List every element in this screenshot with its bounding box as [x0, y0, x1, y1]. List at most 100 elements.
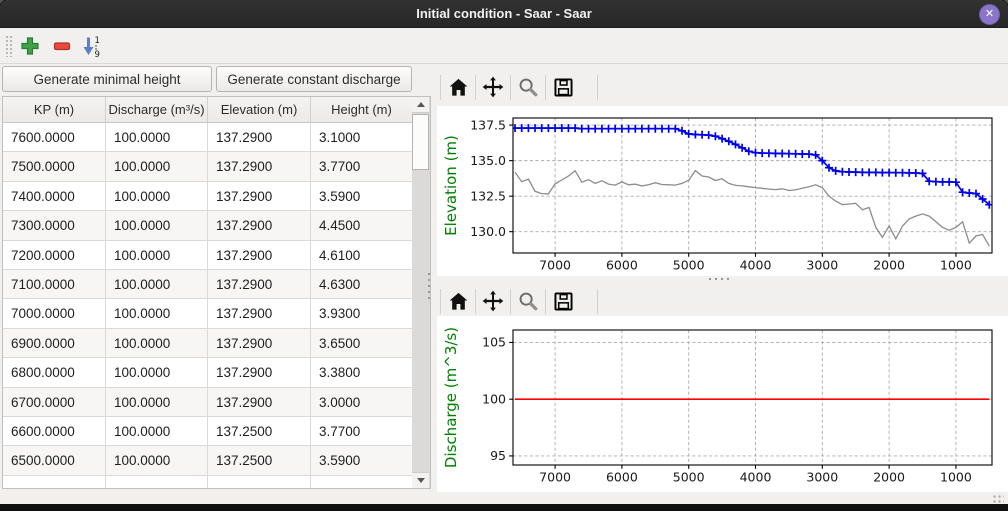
table-cell[interactable]: 4.6300 [311, 270, 412, 299]
sort-ascending-button[interactable]: 1 9 [79, 33, 105, 59]
vertical-splitter-handle[interactable] [426, 271, 432, 299]
table-cell[interactable]: 100.0000 [106, 388, 208, 417]
discharge-chart-canvas[interactable]: 700060005000400030002000100010510095Disc… [437, 316, 1008, 492]
generate-constant-discharge-button[interactable]: Generate constant discharge [216, 66, 412, 92]
svg-text:1000: 1000 [940, 258, 972, 273]
table-row[interactable]: 6800.0000100.0000137.29003.3800 [3, 358, 412, 387]
scroll-up-button[interactable] [412, 97, 429, 113]
table-row[interactable]: 7300.0000100.0000137.29004.4500 [3, 211, 412, 240]
table-cell[interactable]: 6700.0000 [3, 388, 106, 417]
table-cell[interactable]: 3.7700 [311, 152, 412, 181]
table-cell[interactable]: 137.2900 [208, 329, 311, 358]
svg-text:2000: 2000 [873, 470, 905, 485]
table-cell[interactable]: 137.2500 [208, 446, 311, 475]
pan-button[interactable] [476, 72, 510, 102]
table-cell[interactable]: 3.6500 [311, 329, 412, 358]
table-cell[interactable]: 4.4500 [311, 211, 412, 240]
scroll-down-button[interactable] [412, 472, 429, 488]
table-row[interactable]: 7600.0000100.0000137.29003.1000 [3, 123, 412, 152]
elevation-chart-canvas[interactable]: 7000600050004000300020001000137.5135.013… [437, 106, 1008, 276]
scrollbar-thumb[interactable] [412, 114, 429, 170]
table-cell[interactable]: 7100.0000 [3, 270, 106, 299]
horizontal-splitter-handle[interactable] [707, 276, 733, 282]
sort-ascending-icon: 1 9 [80, 34, 104, 58]
toolbar-drag-handle[interactable] [5, 35, 13, 57]
table-cell[interactable]: 100.0000 [106, 446, 208, 475]
pan-button[interactable] [476, 286, 510, 316]
svg-text:6000: 6000 [606, 258, 638, 273]
table-cell[interactable]: 3.5900 [311, 446, 412, 475]
table-cell[interactable]: 137.2900 [208, 152, 311, 181]
table-cell[interactable]: 6600.0000 [3, 417, 106, 446]
close-button[interactable]: ✕ [979, 4, 1000, 25]
table-cell[interactable]: 100.0000 [106, 417, 208, 446]
table-cell[interactable]: 137.2900 [208, 182, 311, 211]
column-header-kp[interactable]: KP (m) [3, 97, 106, 122]
svg-text:5000: 5000 [673, 258, 705, 273]
table-cell[interactable]: 7300.0000 [3, 211, 106, 240]
table-cell[interactable]: 3.0000 [311, 388, 412, 417]
table-cell[interactable]: 7600.0000 [3, 123, 106, 152]
table-cell[interactable]: 3.9300 [311, 299, 412, 328]
table-row[interactable]: 6600.0000100.0000137.25003.7700 [3, 417, 412, 446]
table-row[interactable]: 7100.0000100.0000137.29004.6300 [3, 270, 412, 299]
home-button[interactable] [441, 72, 475, 102]
table-row[interactable]: 6700.0000100.0000137.29003.0000 [3, 388, 412, 417]
table-row[interactable]: 7000.0000100.0000137.29003.9300 [3, 299, 412, 328]
table-cell[interactable]: 3.7700 [311, 417, 412, 446]
generate-minimal-height-button[interactable]: Generate minimal height [2, 66, 212, 92]
table-cell[interactable]: 100.0000 [106, 152, 208, 181]
table-cell[interactable]: 7500.0000 [3, 152, 106, 181]
table-cell[interactable]: 100.0000 [106, 329, 208, 358]
table-cell[interactable]: 6900.0000 [3, 329, 106, 358]
remove-row-button[interactable] [49, 33, 75, 59]
table-row[interactable]: 6500.0000100.0000137.25003.5900 [3, 446, 412, 475]
table-cell[interactable]: 4.6100 [311, 241, 412, 270]
svg-text:135.0: 135.0 [470, 153, 506, 168]
table-cell[interactable]: 137.2900 [208, 270, 311, 299]
table-cell[interactable]: 100.0000 [106, 299, 208, 328]
add-row-button[interactable] [17, 33, 43, 59]
home-icon [447, 290, 470, 313]
table-cell[interactable]: 6500.0000 [3, 446, 106, 475]
table-cell[interactable]: 100.0000 [106, 241, 208, 270]
water-surface-elevation-line [515, 128, 989, 205]
titlebar[interactable]: Initial condition - Saar - Saar ✕ [0, 0, 1008, 28]
table-cell[interactable]: 3.3800 [311, 358, 412, 387]
table-cell[interactable]: 137.2900 [208, 211, 311, 240]
table-row[interactable]: 6900.0000100.0000137.29003.6500 [3, 329, 412, 358]
svg-text:4000: 4000 [740, 258, 772, 273]
table-cell[interactable]: 100.0000 [106, 211, 208, 240]
table-cell[interactable]: 3.5900 [311, 182, 412, 211]
table-cell[interactable]: 137.2900 [208, 388, 311, 417]
table-cell[interactable]: 100.0000 [106, 123, 208, 152]
table-cell[interactable]: 137.2900 [208, 299, 311, 328]
table-cell[interactable]: 137.2900 [208, 123, 311, 152]
table-cell[interactable]: 100.0000 [106, 270, 208, 299]
table-cell[interactable]: 137.2900 [208, 241, 311, 270]
table-partial-row [3, 476, 412, 489]
column-header-elevation[interactable]: Elevation (m) [208, 97, 311, 122]
save-button[interactable] [546, 286, 580, 316]
table-cell[interactable]: 100.0000 [106, 358, 208, 387]
save-button[interactable] [546, 72, 580, 102]
main-toolbar [0, 28, 1008, 64]
table-cell[interactable]: 137.2900 [208, 358, 311, 387]
table-cell[interactable]: 137.2500 [208, 417, 311, 446]
svg-text:1000: 1000 [940, 470, 972, 485]
table-cell[interactable]: 100.0000 [106, 182, 208, 211]
zoom-button[interactable] [511, 286, 545, 316]
table-cell[interactable]: 6800.0000 [3, 358, 106, 387]
table-row[interactable]: 7400.0000100.0000137.29003.5900 [3, 182, 412, 211]
window-resize-grip[interactable] [992, 494, 1004, 504]
zoom-button[interactable] [511, 72, 545, 102]
table-row[interactable]: 7200.0000100.0000137.29004.6100 [3, 241, 412, 270]
table-row[interactable]: 7500.0000100.0000137.29003.7700 [3, 152, 412, 181]
column-header-discharge[interactable]: Discharge (m³/s) [106, 97, 208, 122]
home-button[interactable] [441, 286, 475, 316]
table-cell[interactable]: 3.1000 [311, 123, 412, 152]
table-cell[interactable]: 7200.0000 [3, 241, 106, 270]
table-cell[interactable]: 7000.0000 [3, 299, 106, 328]
column-header-height[interactable]: Height (m) [311, 97, 412, 122]
table-cell[interactable]: 7400.0000 [3, 182, 106, 211]
